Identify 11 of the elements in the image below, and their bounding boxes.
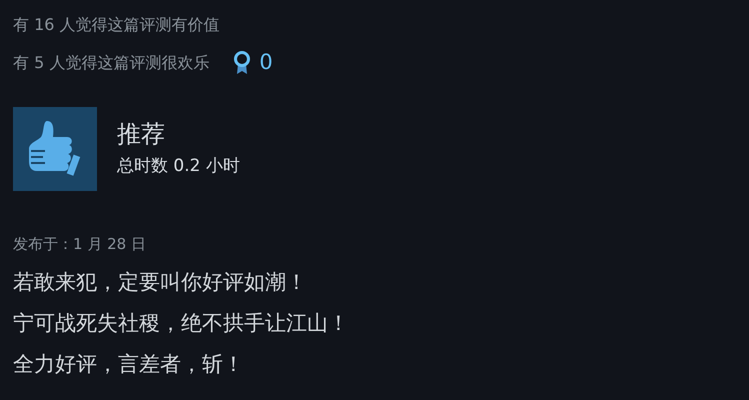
funny-count-text: 有 5 人觉得这篇评测很欢乐: [13, 52, 210, 74]
review-text-line: 宁可战死失社稷，绝不拱手让江山！: [13, 310, 350, 336]
award-count: 0: [259, 49, 273, 76]
helpful-count-text: 有 16 人觉得这篇评测有价值: [13, 14, 221, 36]
review-text-line: 若敢来犯，定要叫你好评如潮！: [13, 268, 308, 296]
posted-date: 发布于：1 月 28 日: [13, 234, 147, 255]
award-icon[interactable]: [233, 51, 252, 75]
playtime-text: 总时数 0.2 小时: [117, 155, 240, 178]
review-text-line: 全力好评，言差者，斩！: [13, 350, 245, 378]
thumbs-up-icon: [13, 107, 97, 191]
recommendation-label: 推荐: [117, 119, 166, 150]
